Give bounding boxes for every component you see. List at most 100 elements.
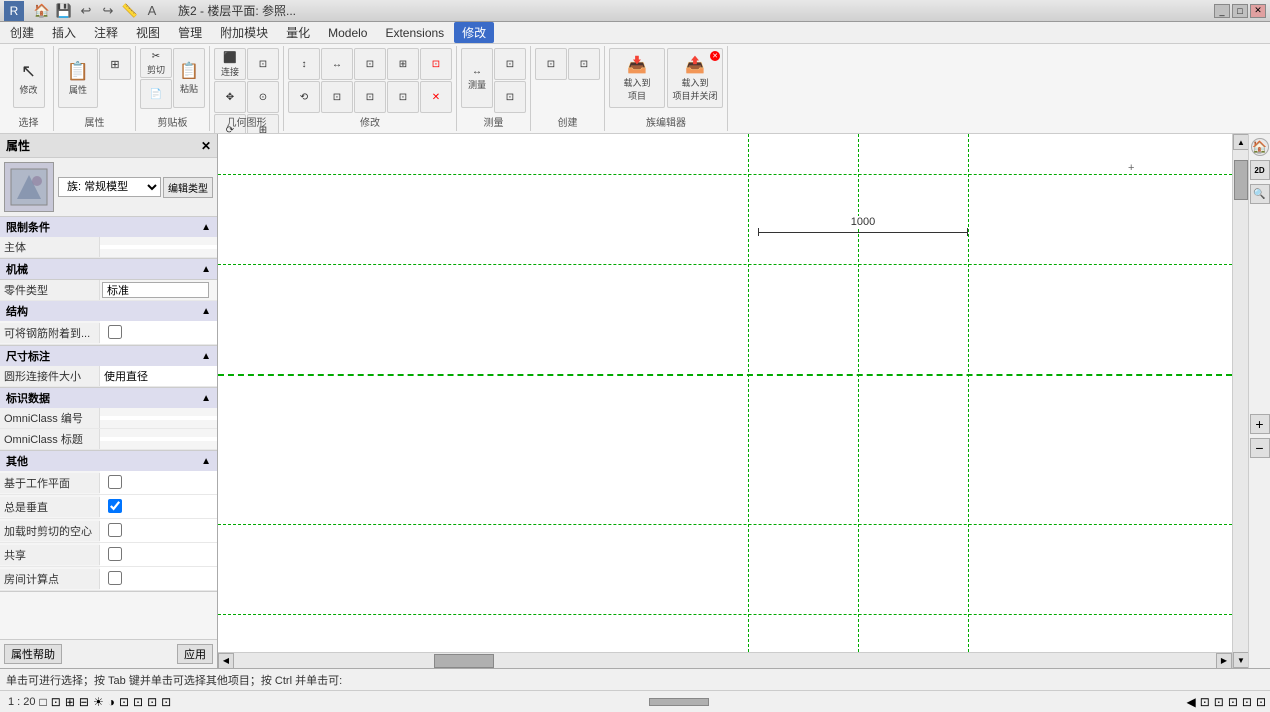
section-dimensions-header[interactable]: 尺寸标注 ▲: [0, 346, 217, 366]
tb-mod-btn5[interactable]: ⊡: [420, 48, 452, 80]
prop-parttype-input[interactable]: [102, 282, 209, 298]
horizontal-scrollbar[interactable]: ◀ ▶: [218, 652, 1232, 668]
menu-quantify[interactable]: 量化: [278, 22, 318, 43]
tb-delete-btn[interactable]: ✕: [420, 81, 452, 113]
tb-cut-btn[interactable]: ✂剪切: [140, 48, 172, 78]
menu-modify[interactable]: 修改: [454, 22, 494, 43]
hscroll-thumb[interactable]: [434, 654, 494, 668]
menu-view[interactable]: 视图: [128, 22, 168, 43]
properties-apply-btn[interactable]: 应用: [177, 644, 213, 664]
tb-props-btn2[interactable]: ⊞: [99, 48, 131, 80]
workset-btn[interactable]: ⊡: [147, 695, 157, 709]
prop-omniclass-title-value: [100, 437, 217, 441]
group-label-select: 选择: [19, 114, 39, 129]
hidden-lines-btn[interactable]: ⊡: [51, 695, 61, 709]
tb-mirror-y-btn[interactable]: ↔: [321, 48, 353, 80]
scroll-thumb[interactable]: [1234, 160, 1248, 200]
hscroll-left-btn[interactable]: ◀: [218, 653, 234, 669]
shading-btn[interactable]: ⊞: [65, 695, 75, 709]
tb-modify-btn[interactable]: ↖ 修改: [13, 48, 45, 108]
tb-rotate2-btn[interactable]: ⟲: [288, 81, 320, 113]
tb-mod-btn4[interactable]: ⊞: [387, 48, 419, 80]
sunpath-btn[interactable]: ☀: [93, 695, 104, 709]
tb-measure-btn1[interactable]: ↔测量: [461, 48, 493, 108]
tb-copy-btn[interactable]: 📄: [140, 79, 172, 109]
tb-load-close-btn[interactable]: 📤 载入到项目并关闭 ✕: [667, 48, 723, 108]
scroll-down-btn[interactable]: ▼: [1233, 652, 1248, 668]
zoom-out-btn[interactable]: −: [1250, 438, 1270, 458]
tb-mod-btn7[interactable]: ⊡: [321, 81, 353, 113]
redo-button[interactable]: ↪: [98, 1, 118, 21]
section-constraints: 限制条件 ▲ 主体: [0, 217, 217, 259]
section-other-header[interactable]: 其他 ▲: [0, 451, 217, 471]
prop-shared-row: 共享: [0, 543, 217, 567]
render-btn[interactable]: ⊡: [119, 695, 129, 709]
vertical-scrollbar[interactable]: ▲ ▼: [1232, 134, 1248, 668]
canvas-area[interactable]: 1000 + ▲ ▼ ◀ ▶: [218, 134, 1248, 668]
family-type-dropdown[interactable]: 族: 常规模型: [58, 177, 161, 197]
tb-mirror-x-btn[interactable]: ↕: [288, 48, 320, 80]
prop-rebar-checkbox[interactable]: [108, 325, 122, 339]
menu-extensions[interactable]: Extensions: [377, 24, 452, 42]
menu-addins[interactable]: 附加模块: [212, 22, 276, 43]
prop-workplane-checkbox[interactable]: [108, 475, 122, 489]
measure-button[interactable]: 📏: [120, 1, 140, 21]
menu-annotate[interactable]: 注释: [86, 22, 126, 43]
tb-props-btn1[interactable]: 📋 属性: [58, 48, 98, 108]
shadow-btn[interactable]: ◑: [108, 695, 115, 709]
tb-measure-btn3[interactable]: ⊡: [494, 81, 526, 113]
menu-insert[interactable]: 插入: [44, 22, 84, 43]
text-button[interactable]: A: [142, 1, 162, 21]
constraints-arrow: ▲: [201, 222, 211, 233]
menu-manage[interactable]: 管理: [170, 22, 210, 43]
detail-btn[interactable]: ⊡: [133, 695, 143, 709]
prop-roomcalc-checkbox[interactable]: [108, 571, 122, 585]
scroll-up-btn[interactable]: ▲: [1233, 134, 1248, 150]
home-button[interactable]: 🏠: [32, 1, 52, 21]
tb-geo-btn2[interactable]: ⊡: [247, 48, 279, 80]
close-button[interactable]: ✕: [1250, 4, 1266, 18]
tb-geo-btn4[interactable]: ⊙: [247, 81, 279, 113]
section-identity-header[interactable]: 标识数据 ▲: [0, 388, 217, 408]
undo-button[interactable]: ↩: [76, 1, 96, 21]
thin-lines-btn[interactable]: □: [40, 695, 47, 709]
prop-alwaysvertical-checkbox[interactable]: [108, 499, 122, 513]
minimize-button[interactable]: _: [1214, 4, 1230, 18]
section-mechanical-label: 机械: [6, 261, 28, 277]
zoom-in-btn[interactable]: +: [1250, 414, 1270, 434]
tb-mod-btn3[interactable]: ⊡: [354, 48, 386, 80]
highlight-btn[interactable]: ⊡: [161, 695, 171, 709]
prop-shared-checkbox[interactable]: [108, 547, 122, 561]
section-constraints-label: 限制条件: [6, 219, 50, 235]
edit-type-btn[interactable]: 编辑类型: [163, 177, 213, 198]
realistic-btn[interactable]: ⊟: [79, 695, 89, 709]
panel-title: 属性: [6, 137, 30, 154]
tb-create-btn2[interactable]: ⊡: [568, 48, 600, 80]
menu-modelo[interactable]: Modelo: [320, 24, 375, 42]
maximize-button[interactable]: □: [1232, 4, 1248, 18]
panel-close-btn[interactable]: ✕: [201, 139, 211, 153]
tb-create-btn1[interactable]: ⊡: [535, 48, 567, 80]
section-structure-header[interactable]: 结构 ▲: [0, 301, 217, 321]
nav-left-btn[interactable]: ◀: [1186, 695, 1195, 709]
section-constraints-header[interactable]: 限制条件 ▲: [0, 217, 217, 237]
view-nav-bar[interactable]: [649, 698, 709, 706]
tb-load-to-project-btn[interactable]: 📥 载入到项目: [609, 48, 665, 108]
tb-clipboard-btn[interactable]: 📋粘贴: [173, 48, 205, 108]
tb-mod-btn9[interactable]: ⊡: [387, 81, 419, 113]
zoom-region-btn[interactable]: 🔍: [1250, 184, 1270, 204]
tb-measure-btn2[interactable]: ⊡: [494, 48, 526, 80]
save-button[interactable]: 💾: [54, 1, 74, 21]
2d-view-btn[interactable]: 2D: [1250, 160, 1270, 180]
section-mechanical-header[interactable]: 机械 ▲: [0, 259, 217, 279]
home-view-btn[interactable]: 🏠: [1251, 138, 1269, 156]
prop-connsize-label: 圆形连接件大小: [0, 366, 100, 386]
section-dimensions: 尺寸标注 ▲ 圆形连接件大小 使用直径: [0, 346, 217, 388]
menu-create[interactable]: 创建: [2, 22, 42, 43]
tb-mod-btn8[interactable]: ⊡: [354, 81, 386, 113]
hscroll-right-btn[interactable]: ▶: [1216, 653, 1232, 669]
tb-connect-btn[interactable]: ⬛连接: [214, 48, 246, 80]
prop-cutloading-checkbox[interactable]: [108, 523, 122, 537]
tb-move-btn[interactable]: ✥: [214, 81, 246, 113]
properties-help-btn[interactable]: 属性帮助: [4, 644, 62, 664]
